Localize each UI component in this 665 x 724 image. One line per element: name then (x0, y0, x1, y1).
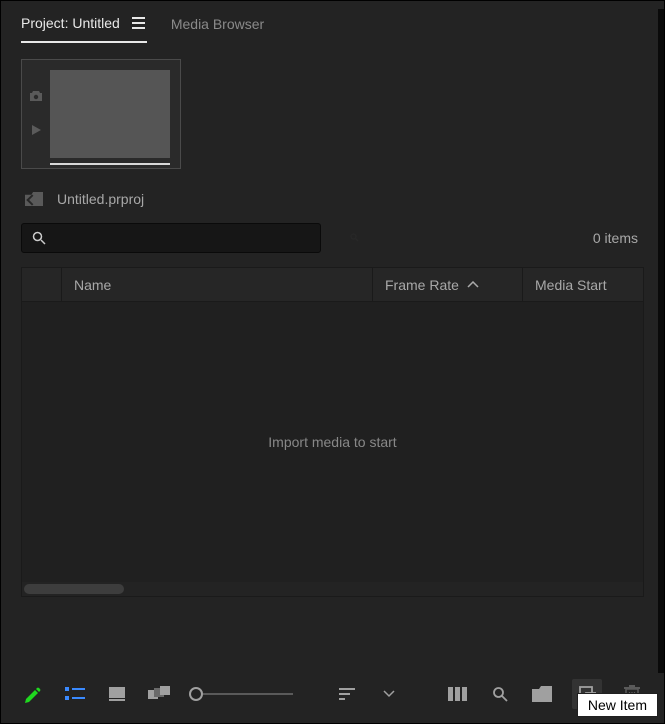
icon-view-button[interactable] (105, 679, 129, 709)
new-bin-button[interactable] (530, 679, 554, 709)
item-count: 0 items (593, 230, 644, 246)
column-media-start[interactable]: Media Start (523, 268, 643, 301)
panel-tabs: Project: Untitled Media Browser (1, 1, 664, 43)
scrollbar-thumb[interactable] (24, 584, 124, 594)
sort-ascending-icon (467, 278, 479, 292)
panel-menu-icon[interactable] (130, 15, 147, 31)
preview-area (1, 43, 664, 177)
preview-thumbnail[interactable] (21, 59, 181, 169)
column-select[interactable] (22, 268, 62, 301)
poster-frame-icon (29, 89, 43, 105)
horizontal-scrollbar[interactable] (22, 582, 643, 596)
automate-to-sequence-button[interactable] (446, 679, 470, 709)
sort-button[interactable] (335, 679, 359, 709)
sort-menu-chevron-icon[interactable] (377, 679, 401, 709)
table-body[interactable]: Import media to start (22, 302, 643, 582)
search-input[interactable] (21, 223, 321, 253)
write-mode-button[interactable] (21, 679, 45, 709)
freeform-view-button[interactable] (147, 679, 171, 709)
project-table: Name Frame Rate Media Start Import media… (21, 267, 644, 597)
column-frame-rate-label: Frame Rate (385, 277, 459, 293)
zoom-track (203, 693, 293, 695)
column-media-start-label: Media Start (535, 277, 607, 293)
panel-side-scrollbar[interactable] (658, 9, 664, 673)
project-filename: Untitled.prproj (57, 191, 144, 207)
new-search-bin-icon[interactable] (345, 230, 365, 246)
tooltip-new-item: New Item (577, 693, 658, 717)
column-name[interactable]: Name (62, 268, 373, 301)
zoom-knob[interactable] (189, 687, 203, 701)
tab-media-browser-label: Media Browser (171, 16, 264, 32)
search-icon (32, 231, 46, 245)
tab-project[interactable]: Project: Untitled (21, 15, 147, 43)
bottom-toolbar (1, 665, 664, 723)
empty-message: Import media to start (268, 434, 396, 450)
column-name-label: Name (74, 277, 111, 293)
project-file-row: Untitled.prproj (1, 177, 664, 215)
find-button[interactable] (488, 679, 512, 709)
tab-project-label: Project: Untitled (21, 15, 120, 31)
list-view-button[interactable] (63, 679, 87, 709)
play-icon (30, 123, 42, 139)
folder-up-icon[interactable] (25, 192, 43, 206)
table-header: Name Frame Rate Media Start (22, 268, 643, 302)
tab-media-browser[interactable]: Media Browser (171, 16, 264, 42)
column-frame-rate[interactable]: Frame Rate (373, 268, 523, 301)
search-row: 0 items (1, 215, 664, 261)
zoom-slider[interactable] (189, 679, 293, 709)
